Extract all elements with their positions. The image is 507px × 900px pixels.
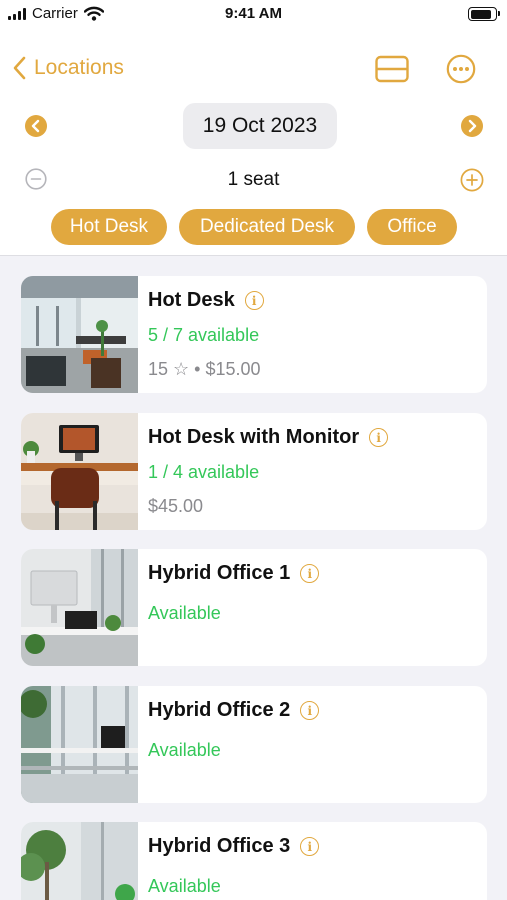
- chevron-left-icon: [13, 56, 26, 80]
- availability-label: Available: [148, 876, 221, 896]
- status-bar: Carrier 9:41 AM: [0, 0, 507, 30]
- date-selector: 19 Oct 2023: [0, 103, 507, 149]
- space-name: Hybrid Office 1: [148, 562, 291, 584]
- battery-level: [470, 9, 492, 19]
- space-name: Hybrid Office 2: [148, 699, 291, 721]
- filter-chips: Hot Desk Dedicated Desk Office: [0, 209, 507, 246]
- space-title: Hot Desk with Monitor i: [148, 426, 389, 449]
- availability-label: 1 / 4 available: [148, 462, 260, 482]
- info-icon[interactable]: i: [300, 564, 320, 583]
- back-label: Locations: [34, 56, 124, 79]
- next-day-button[interactable]: [461, 115, 483, 137]
- space-photo: [21, 276, 138, 393]
- space-name: Hybrid Office 3: [148, 835, 291, 857]
- space-card-body: Hybrid Office 1 i Available: [148, 549, 477, 666]
- status-time: 9:41 AM: [225, 5, 282, 22]
- info-icon[interactable]: i: [300, 701, 320, 720]
- space-photo: [21, 822, 138, 900]
- space-card-hybrid-office-3[interactable]: Hybrid Office 3 i Available: [21, 822, 487, 900]
- chevron-right-circle-icon: [468, 119, 477, 133]
- space-name: Hot Desk with Monitor: [148, 426, 360, 448]
- availability-label: Available: [148, 740, 221, 760]
- space-title: Hybrid Office 2 i: [148, 699, 320, 722]
- space-card-body: Hot Desk with Monitor i 1 / 4 available …: [148, 413, 477, 530]
- space-card-body: Hybrid Office 3 i Available: [148, 822, 477, 900]
- space-photo: [21, 549, 138, 666]
- battery-icon: [468, 7, 500, 21]
- plus-circle-icon: [460, 168, 484, 192]
- increment-seat-button[interactable]: [460, 168, 484, 197]
- more-button[interactable]: [446, 54, 476, 89]
- date-picker-button[interactable]: 19 Oct 2023: [183, 103, 337, 149]
- info-icon[interactable]: i: [300, 837, 320, 856]
- space-card-hot-desk[interactable]: Hot Desk i 5 / 7 available 15 ☆ • $15.00: [21, 276, 487, 393]
- previous-day-button[interactable]: [25, 115, 47, 137]
- header: Locations 19 Oct 2023 1 seat Hot Desk De…: [0, 30, 507, 256]
- space-card-body: Hybrid Office 2 i Available: [148, 686, 477, 803]
- card-view-button[interactable]: [375, 54, 409, 89]
- availability-label: Available: [148, 603, 221, 623]
- seat-count-label: 1 seat: [227, 169, 280, 190]
- space-card-hot-desk-with-monitor[interactable]: Hot Desk with Monitor i 1 / 4 available …: [21, 413, 487, 530]
- back-button[interactable]: Locations: [12, 56, 124, 80]
- space-title: Hot Desk i: [148, 289, 264, 312]
- filter-chip-hot-desk[interactable]: Hot Desk: [51, 209, 167, 245]
- space-title: Hybrid Office 1 i: [148, 562, 320, 585]
- space-title: Hybrid Office 3 i: [148, 835, 320, 858]
- space-card-hybrid-office-1[interactable]: Hybrid Office 1 i Available: [21, 549, 487, 666]
- info-icon[interactable]: i: [244, 291, 264, 310]
- space-card-body: Hot Desk i 5 / 7 available 15 ☆ • $15.00: [148, 276, 477, 393]
- space-photo: [21, 686, 138, 803]
- info-icon[interactable]: i: [369, 428, 389, 447]
- seat-count-selector: 1 seat: [0, 166, 507, 194]
- availability-label: 5 / 7 available: [148, 325, 260, 345]
- price-label: $45.00: [148, 496, 204, 516]
- ellipsis-circle-icon: [446, 54, 476, 84]
- rating-price-label: 15 ☆ • $15.00: [148, 359, 261, 379]
- card-icon: [375, 55, 409, 83]
- filter-chip-office[interactable]: Office: [367, 209, 457, 245]
- filter-chip-dedicated-desk[interactable]: Dedicated Desk: [179, 209, 355, 245]
- space-name: Hot Desk: [148, 289, 235, 311]
- space-photo: [21, 413, 138, 530]
- space-card-hybrid-office-2[interactable]: Hybrid Office 2 i Available: [21, 686, 487, 803]
- chevron-left-circle-icon: [31, 119, 40, 133]
